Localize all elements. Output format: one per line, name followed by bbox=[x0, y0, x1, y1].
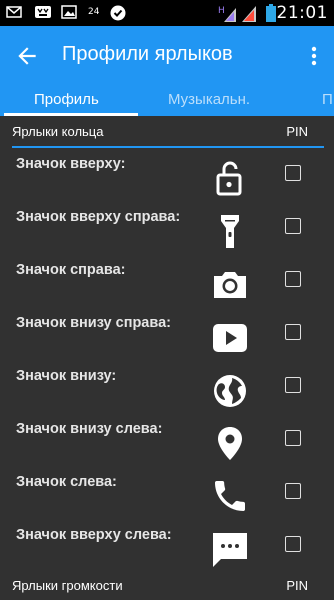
list-item[interactable]: Значок вверху справа: bbox=[0, 205, 334, 258]
image-icon bbox=[61, 5, 77, 19]
svg-text:H: H bbox=[218, 6, 225, 16]
youtube-play-icon[interactable] bbox=[210, 317, 250, 357]
pin-checkbox[interactable] bbox=[285, 377, 301, 393]
tab-next[interactable]: П bbox=[322, 91, 333, 108]
list-item[interactable]: Значок вверху слева: bbox=[0, 523, 334, 576]
pin-checkbox[interactable] bbox=[285, 218, 301, 234]
row-label: Значок внизу справа: bbox=[16, 315, 171, 331]
section-header-volume: Ярлыки громкости PIN bbox=[12, 578, 322, 600]
list-item[interactable]: Значок внизу: bbox=[0, 364, 334, 417]
map-pin-icon[interactable] bbox=[210, 423, 250, 463]
section-title: Ярлыки кольца bbox=[12, 124, 104, 139]
globe-icon[interactable] bbox=[210, 370, 250, 410]
status-bar: 24 H 21:01 bbox=[0, 0, 334, 26]
pin-checkbox[interactable] bbox=[285, 430, 301, 446]
page-title: Профили ярлыков bbox=[62, 43, 233, 65]
list-item[interactable]: Значок справа: bbox=[0, 258, 334, 311]
tab-bar: Профиль Музыкальн. П bbox=[0, 84, 334, 116]
pin-checkbox[interactable] bbox=[285, 324, 301, 340]
pin-column-label: PIN bbox=[286, 578, 308, 593]
camera-icon[interactable] bbox=[210, 264, 250, 304]
cat-icon bbox=[34, 5, 52, 19]
row-label: Значок вверху слева: bbox=[16, 527, 172, 543]
section-divider bbox=[12, 146, 324, 148]
list-item[interactable]: Значок внизу справа: bbox=[0, 311, 334, 364]
message-icon[interactable] bbox=[210, 529, 250, 569]
row-label: Значок вверху справа: bbox=[16, 209, 181, 225]
tab-music[interactable]: Музыкальн. bbox=[168, 91, 250, 108]
tab-profile[interactable]: Профиль bbox=[34, 91, 99, 108]
flashlight-icon[interactable] bbox=[210, 211, 250, 251]
row-label: Значок внизу слева: bbox=[16, 421, 163, 437]
row-label: Значок внизу: bbox=[16, 368, 117, 384]
pin-checkbox[interactable] bbox=[285, 483, 301, 499]
list-item[interactable]: Значок слева: bbox=[0, 470, 334, 523]
phone-icon[interactable] bbox=[210, 476, 250, 516]
check-circle-icon bbox=[110, 5, 126, 21]
list-item[interactable]: Значок внизу слева: bbox=[0, 417, 334, 470]
network-type-label: 24 bbox=[88, 7, 100, 17]
row-label: Значок слева: bbox=[16, 474, 117, 490]
signal-icon: H bbox=[218, 4, 260, 22]
lock-open-icon[interactable] bbox=[210, 158, 250, 198]
mail-icon bbox=[6, 5, 22, 19]
battery-icon bbox=[266, 4, 276, 22]
row-label: Значок вверху: bbox=[16, 156, 126, 172]
arrow-back-icon[interactable] bbox=[14, 43, 40, 69]
pin-checkbox[interactable] bbox=[285, 536, 301, 552]
more-vert-icon[interactable] bbox=[308, 44, 320, 68]
clock: 21:01 bbox=[276, 3, 328, 23]
section-title: Ярлыки громкости bbox=[12, 578, 123, 593]
pin-column-label: PIN bbox=[286, 124, 308, 139]
tab-indicator bbox=[4, 113, 138, 116]
section-header-ring: Ярлыки кольца PIN bbox=[12, 124, 322, 146]
row-label: Значок справа: bbox=[16, 262, 126, 278]
list-item[interactable]: Значок вверху: bbox=[0, 152, 334, 205]
pin-checkbox[interactable] bbox=[285, 271, 301, 287]
app-bar: Профили ярлыков bbox=[0, 26, 334, 84]
pin-checkbox[interactable] bbox=[285, 165, 301, 181]
